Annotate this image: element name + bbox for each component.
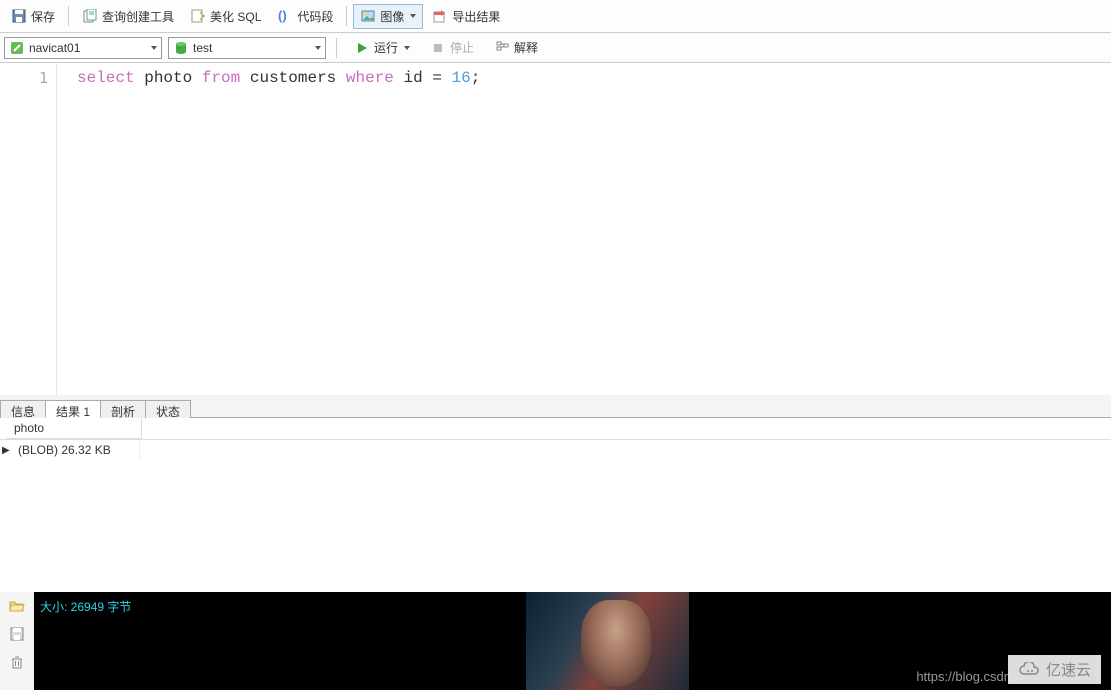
watermark-brand: 亿速云 [1008, 655, 1101, 684]
run-label: 运行 [374, 39, 398, 56]
save-button[interactable]: 保存 [4, 4, 62, 29]
separator [346, 6, 347, 26]
database-value: test [193, 41, 212, 55]
query-builder-button[interactable]: 查询创建工具 [75, 4, 181, 29]
connection-icon [9, 40, 25, 56]
blob-preview-panel: 大小: 26949 字节 https://blog.csdn 亿速云 [0, 592, 1111, 690]
preview-body: 大小: 26949 字节 https://blog.csdn 亿速云 [34, 592, 1111, 690]
tab-profile[interactable]: 剖析 [100, 400, 146, 418]
explain-button[interactable]: 解释 [487, 35, 545, 60]
stop-icon [430, 40, 446, 56]
tok-semi: ; [471, 69, 481, 87]
delete-icon[interactable] [9, 654, 25, 670]
stop-button: 停止 [423, 35, 481, 60]
kw-where: where [346, 69, 394, 87]
result-tabs: 信息 结果 1 剖析 状态 [0, 395, 1111, 418]
result-header-row: photo [0, 418, 1111, 440]
beautify-sql-button[interactable]: 美化 SQL [183, 4, 268, 29]
save-disk-icon[interactable] [9, 626, 25, 642]
watermark-text: 亿速云 [1046, 659, 1091, 680]
image-button[interactable]: 图像 [353, 4, 423, 29]
tok-customers: customers [250, 69, 336, 87]
explain-label: 解释 [514, 39, 538, 56]
connection-select[interactable]: navicat01 [4, 37, 162, 59]
snippet-icon: () [277, 8, 293, 24]
tok-photo: photo [144, 69, 192, 87]
separator [68, 6, 69, 26]
row-indicator-icon: ▶ [0, 445, 12, 456]
preview-toolbar [0, 592, 34, 690]
code-content[interactable]: select photo from customers where id = 1… [57, 63, 1111, 395]
image-icon [360, 8, 376, 24]
main-toolbar: 保存 查询创建工具 美化 SQL () 代码段 图像 导出结果 [0, 0, 1111, 33]
sql-editor[interactable]: 1 select photo from customers where id =… [0, 63, 1111, 395]
separator [336, 38, 337, 58]
tab-result[interactable]: 结果 1 [45, 400, 101, 418]
result-grid: photo ▶ (BLOB) 26.32 KB [0, 418, 1111, 579]
stop-label: 停止 [450, 39, 474, 56]
export-button[interactable]: 导出结果 [425, 4, 507, 29]
snippet-label: 代码段 [297, 8, 333, 25]
connection-value: navicat01 [29, 41, 80, 55]
chevron-down-icon [315, 46, 321, 50]
database-select[interactable]: test [168, 37, 326, 59]
svg-text:(): () [278, 9, 287, 23]
beautify-label: 美化 SQL [210, 8, 261, 25]
query-builder-icon [82, 8, 98, 24]
kw-from: from [202, 69, 240, 87]
watermark-link-text: https://blog.csdn [916, 669, 1011, 684]
preview-size-label: 大小: 26949 字节 [40, 598, 131, 615]
kw-select: select [77, 69, 135, 87]
line-gutter: 1 [0, 63, 57, 395]
column-header-photo[interactable]: photo [6, 418, 142, 439]
cloud-icon [1018, 662, 1040, 678]
explain-icon [494, 40, 510, 56]
export-label: 导出结果 [452, 8, 500, 25]
snippet-button[interactable]: () 代码段 [270, 4, 340, 29]
save-icon [11, 8, 27, 24]
line-number: 1 [0, 69, 48, 87]
image-label: 图像 [380, 8, 404, 25]
tok-id: id [404, 69, 423, 87]
cell-value[interactable]: (BLOB) 26.32 KB [12, 440, 140, 460]
connection-toolbar: navicat01 test 运行 停止 解释 [0, 33, 1111, 63]
tab-info[interactable]: 信息 [0, 400, 46, 418]
chevron-down-icon[interactable] [410, 14, 416, 18]
tok-val: 16 [452, 69, 471, 87]
run-button[interactable]: 运行 [347, 35, 417, 60]
tok-eq: = [432, 69, 442, 87]
play-icon [354, 40, 370, 56]
folder-open-icon[interactable] [9, 598, 25, 614]
beautify-icon [190, 8, 206, 24]
preview-image [526, 592, 689, 690]
chevron-down-icon [151, 46, 157, 50]
query-builder-label: 查询创建工具 [102, 8, 174, 25]
chevron-down-icon[interactable] [404, 46, 410, 50]
export-icon [432, 8, 448, 24]
tab-status[interactable]: 状态 [145, 400, 191, 418]
table-row[interactable]: ▶ (BLOB) 26.32 KB [0, 440, 1111, 460]
save-label: 保存 [31, 8, 55, 25]
database-icon [173, 40, 189, 56]
